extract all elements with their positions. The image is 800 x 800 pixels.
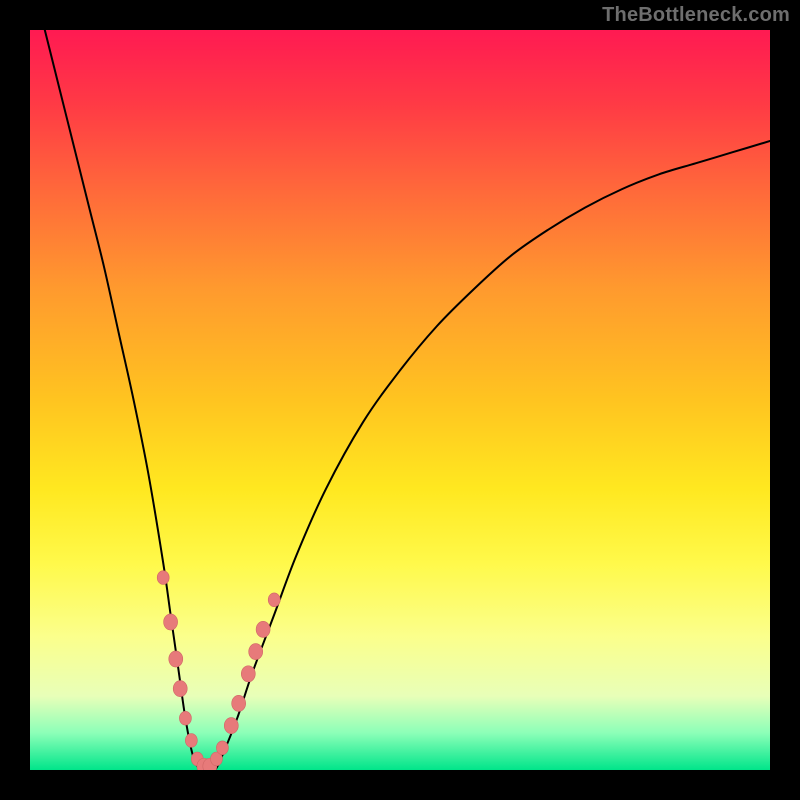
data-marker [185, 734, 197, 748]
data-marker [224, 718, 238, 734]
bottleneck-curve [45, 30, 770, 770]
data-marker [232, 695, 246, 711]
curve-layer [30, 30, 770, 770]
data-marker [157, 571, 169, 585]
data-marker [268, 593, 280, 607]
data-marker [179, 711, 191, 725]
data-marker [169, 651, 183, 667]
data-marker [241, 666, 255, 682]
data-marker [249, 644, 263, 660]
watermark-text: TheBottleneck.com [602, 4, 790, 27]
chart-frame: TheBottleneck.com [0, 0, 800, 800]
data-marker [256, 621, 270, 637]
data-marker [173, 681, 187, 697]
data-markers [157, 571, 280, 770]
data-marker [164, 614, 178, 630]
data-marker [216, 741, 228, 755]
plot-area [30, 30, 770, 770]
